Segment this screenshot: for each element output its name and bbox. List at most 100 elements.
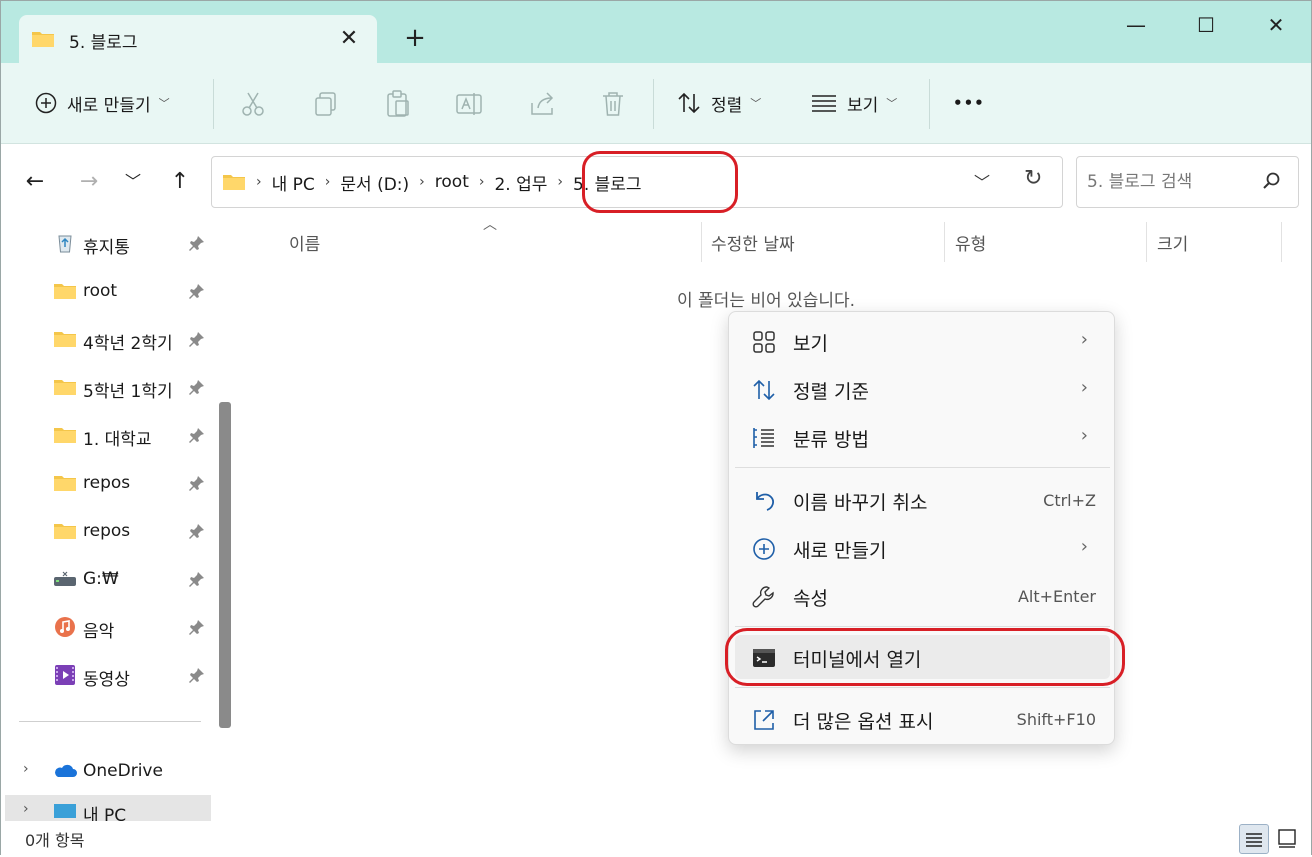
search-icon	[1263, 172, 1280, 189]
sidebar-item-5-1[interactable]: 5학년 1학기	[1, 366, 211, 410]
menu-item-label: 속성	[793, 588, 828, 610]
details-view-button[interactable]	[1239, 824, 1269, 854]
column-header-modified[interactable]: 수정한 날짜	[711, 230, 795, 255]
menu-separator	[735, 626, 1110, 627]
sidebar-item-onedrive[interactable]: OneDrive	[1, 750, 211, 794]
menu-item-view[interactable]: 보기 ›	[735, 319, 1110, 363]
sidebar-item-root[interactable]: root	[1, 270, 211, 314]
sidebar-item-repos-2[interactable]: repos	[1, 510, 211, 554]
refresh-icon[interactable]: ↻	[1024, 166, 1042, 191]
sidebar-item-label: OneDrive	[83, 761, 163, 781]
search-input[interactable]	[1087, 169, 1257, 195]
recent-locations-button[interactable]: ﹀	[117, 166, 149, 198]
chevron-right-icon[interactable]: ›	[479, 174, 485, 190]
menu-item-show-more-options[interactable]: 더 많은 옵션 표시 Shift+F10	[735, 697, 1110, 741]
menu-item-undo-rename[interactable]: 이름 바꾸기 취소 Ctrl+Z	[735, 478, 1110, 522]
sidebar-item-label: 4학년 2학기	[83, 334, 173, 354]
chevron-down-icon: ﹀	[158, 97, 170, 110]
more-options-button[interactable]: •••	[953, 83, 985, 123]
menu-separator	[735, 687, 1110, 688]
empty-folder-message: 이 폴더는 비어 있습니다.	[677, 291, 856, 311]
view-button-label: 보기	[847, 95, 879, 116]
pin-icon	[189, 572, 204, 587]
pin-icon	[189, 620, 204, 635]
column-divider[interactable]	[1146, 222, 1147, 262]
sort-button[interactable]: 정렬 ﹀	[677, 83, 761, 123]
cut-icon[interactable]	[238, 89, 268, 119]
maximize-button[interactable]: ☐	[1181, 7, 1231, 43]
share-icon[interactable]	[527, 89, 557, 119]
column-divider[interactable]	[944, 222, 945, 262]
sort-icon	[753, 379, 775, 401]
menu-item-group-by[interactable]: 분류 방법 ›	[735, 415, 1110, 459]
chevron-right-icon: ›	[1080, 377, 1088, 398]
sidebar-item-label: 1. 대학교	[83, 430, 152, 450]
sort-icon	[678, 92, 700, 114]
sidebar-item-g-drive[interactable]: G:₩	[1, 558, 211, 602]
recycle-bin-icon	[58, 235, 72, 253]
chevron-down-icon: ﹀	[886, 97, 898, 110]
tab-active[interactable]: 5. 블로그 ✕	[19, 15, 377, 63]
plus-circle-icon	[35, 92, 57, 114]
forward-button[interactable]: →	[73, 166, 105, 198]
paste-icon[interactable]	[383, 89, 413, 119]
chevron-right-icon[interactable]: ›	[23, 801, 29, 817]
tab-title: 5. 블로그	[69, 33, 138, 53]
menu-item-properties[interactable]: 속성 Alt+Enter	[735, 574, 1110, 618]
search-box[interactable]	[1076, 156, 1299, 208]
status-bar: 0개 항목	[1, 821, 1311, 855]
rename-icon[interactable]	[454, 89, 484, 119]
column-header-name[interactable]: 이름	[289, 230, 320, 255]
menu-item-label: 정렬 기준	[793, 381, 869, 403]
new-icon	[753, 538, 775, 560]
pin-icon	[189, 476, 204, 491]
view-button[interactable]: 보기 ﹀	[811, 83, 897, 123]
chevron-right-icon[interactable]: ›	[557, 174, 563, 190]
sort-button-label: 정렬	[711, 95, 743, 116]
video-icon	[55, 665, 75, 685]
crumb-documents-d[interactable]: 문서 (D:)	[340, 170, 409, 195]
chevron-down-icon[interactable]: ﹀	[974, 169, 990, 193]
sidebar-item-university[interactable]: 1. 대학교	[1, 414, 211, 458]
breadcrumb: › 내 PC › 문서 (D:) › root › 2. 업무 › 5. 블로그	[222, 157, 642, 207]
column-header-size[interactable]: 크기	[1157, 230, 1188, 255]
sidebar-item-repos[interactable]: repos	[1, 462, 211, 506]
column-divider[interactable]	[1281, 222, 1282, 262]
close-tab-icon[interactable]: ✕	[332, 23, 366, 55]
column-header-type[interactable]: 유형	[955, 230, 986, 255]
menu-item-new[interactable]: 새로 만들기 ›	[735, 526, 1110, 570]
sidebar-scrollbar[interactable]	[219, 402, 231, 728]
crumb-this-pc[interactable]: 내 PC	[272, 170, 315, 195]
folder-icon	[54, 428, 76, 443]
folder-icon	[54, 380, 76, 395]
pin-icon	[189, 236, 204, 251]
view-list-icon	[812, 95, 836, 112]
file-explorer-window: 5. 블로그 ✕ + — ☐ ✕ 새로 만들기 ﹀ 정렬 ﹀ 보기 ﹀ ••• …	[0, 0, 1312, 855]
tiles-view-button[interactable]	[1273, 824, 1303, 854]
undo-icon	[756, 492, 774, 511]
new-button[interactable]: 새로 만들기 ﹀	[35, 83, 170, 123]
up-button[interactable]: ↑	[164, 166, 196, 198]
copy-icon[interactable]	[311, 89, 341, 119]
crumb-root[interactable]: root	[435, 172, 469, 192]
new-tab-button[interactable]: +	[399, 23, 431, 55]
group-list-icon	[753, 428, 774, 448]
sidebar-item-label: root	[83, 281, 118, 301]
sidebar-item-label: G:₩	[83, 569, 119, 589]
close-window-button[interactable]: ✕	[1251, 7, 1301, 43]
folder-icon	[223, 175, 245, 190]
sidebar-item-4-2[interactable]: 4학년 2학기	[1, 318, 211, 362]
chevron-right-icon[interactable]: ›	[325, 174, 331, 190]
divider	[653, 79, 654, 129]
column-divider[interactable]	[701, 222, 702, 262]
crumb-work[interactable]: 2. 업무	[494, 170, 547, 195]
title-bar: 5. 블로그 ✕ + — ☐ ✕	[1, 1, 1311, 63]
sidebar-item-music[interactable]: 음악	[1, 606, 211, 650]
delete-icon[interactable]	[598, 89, 628, 119]
chevron-right-icon[interactable]: ›	[419, 174, 425, 190]
menu-item-sort-by[interactable]: 정렬 기준 ›	[735, 367, 1110, 411]
sidebar-item-videos[interactable]: 동영상	[1, 654, 211, 698]
sidebar-item-recycle-bin[interactable]: 휴지통	[1, 222, 211, 266]
back-button[interactable]: ←	[19, 166, 51, 198]
minimize-button[interactable]: —	[1111, 7, 1161, 43]
